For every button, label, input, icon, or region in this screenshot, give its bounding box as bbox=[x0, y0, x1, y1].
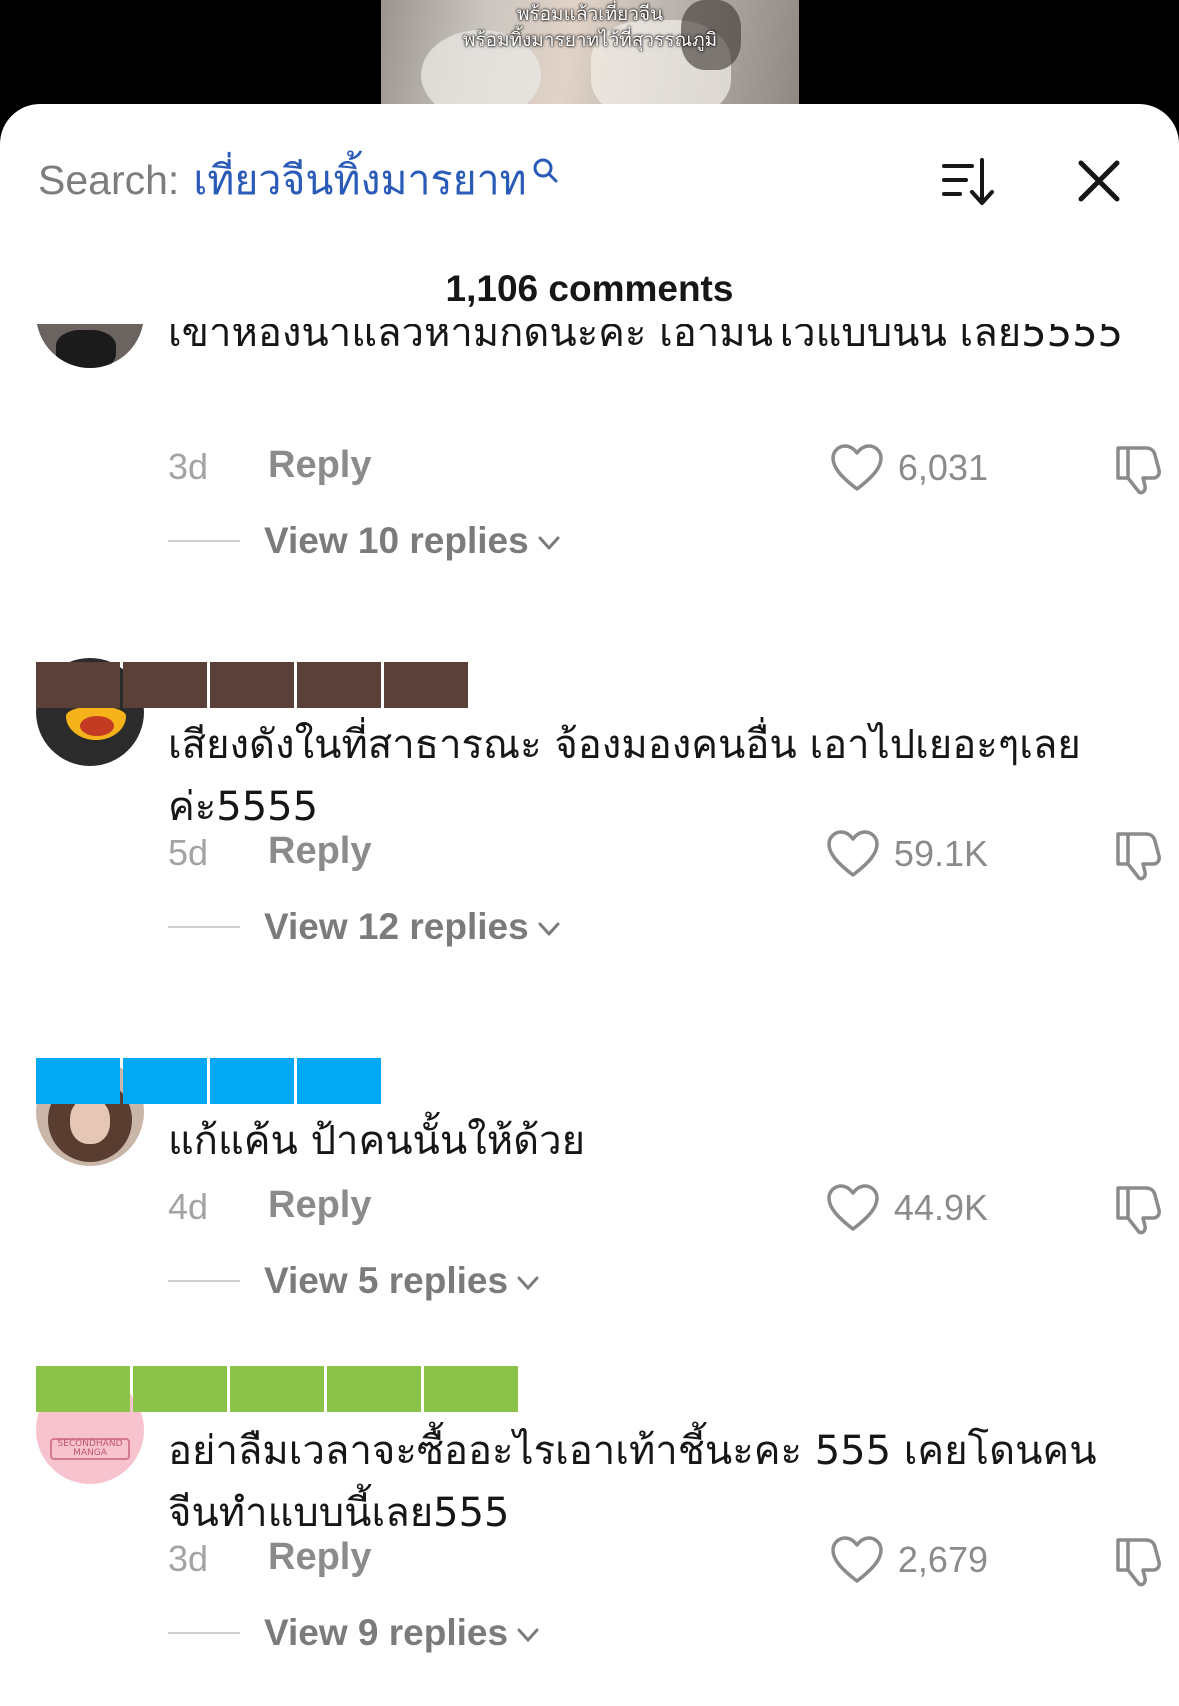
reply-button[interactable]: Reply bbox=[268, 1184, 371, 1227]
dislike-icon[interactable] bbox=[1112, 1182, 1168, 1236]
comment-actions: 3d Reply 6,031 bbox=[168, 438, 1161, 498]
username-redacted bbox=[36, 662, 468, 708]
comments-sheet: Search: เที่ยวจีนทิ้งมารยาท 1,106 commen… bbox=[0, 104, 1179, 1706]
dislike-icon[interactable] bbox=[1112, 442, 1168, 496]
like-count: 44.9K bbox=[893, 1187, 988, 1228]
chevron-down-icon bbox=[538, 536, 560, 550]
view-replies-label: View 5 replies bbox=[264, 1260, 509, 1301]
sort-icon[interactable] bbox=[940, 154, 996, 210]
view-replies-button[interactable]: View 10 replies bbox=[168, 516, 563, 566]
comment-time: 5d bbox=[168, 832, 209, 873]
comment-text: เสียงดังในที่สาธารณะ จ้องมองคนอื่น เอาไป… bbox=[168, 722, 1081, 830]
view-replies-label: View 10 replies bbox=[264, 520, 529, 561]
like-count: 6,031 bbox=[897, 447, 988, 488]
dislike-icon[interactable] bbox=[1112, 828, 1168, 882]
comment-actions: 3d Reply 2,679 bbox=[168, 1530, 1161, 1590]
search-term[interactable]: เที่ยวจีนทิ้งมารยาท bbox=[193, 148, 526, 213]
comment-time: 3d bbox=[168, 1538, 209, 1579]
heart-icon bbox=[827, 1184, 879, 1231]
comment-time: 3d bbox=[168, 446, 209, 487]
heart-icon bbox=[827, 830, 879, 877]
like-button[interactable]: 44.9K bbox=[826, 1178, 988, 1238]
comment-text: แก้แค้น ป้าคนนั้นให้ด้วย bbox=[168, 1118, 586, 1164]
dislike-icon[interactable] bbox=[1112, 1534, 1168, 1588]
chevron-down-icon bbox=[538, 922, 560, 936]
like-button[interactable]: 59.1K bbox=[826, 824, 988, 884]
like-button[interactable]: 6,031 bbox=[830, 438, 988, 498]
view-replies-button[interactable]: View 12 replies bbox=[168, 902, 563, 952]
like-count: 2,679 bbox=[897, 1539, 988, 1580]
comment-list[interactable]: เข้าห้องน้ำแล้วห้ามกดนะคะ เอามันไว้แบบนั… bbox=[0, 324, 1179, 1706]
divider bbox=[168, 926, 240, 928]
divider bbox=[168, 1280, 240, 1282]
reply-button[interactable]: Reply bbox=[268, 444, 371, 487]
like-count: 59.1K bbox=[893, 833, 988, 874]
view-replies-button[interactable]: View 9 replies bbox=[168, 1608, 542, 1658]
comment-text: เข้าห้องน้ำแล้วห้ามกดนะคะ เอามันไว้แบบนั… bbox=[168, 324, 1123, 356]
video-caption-line1: พร้อมแล้วเที่ยวจีน bbox=[516, 3, 664, 25]
avatar-logo-text: SECONDHAND MANGA bbox=[50, 1438, 130, 1460]
heart-icon bbox=[831, 444, 883, 491]
reply-button[interactable]: Reply bbox=[268, 1536, 371, 1579]
chevron-down-icon bbox=[517, 1628, 539, 1642]
view-replies-button[interactable]: View 5 replies bbox=[168, 1256, 542, 1306]
divider bbox=[168, 540, 240, 542]
chevron-down-icon bbox=[517, 1276, 539, 1290]
username-redacted bbox=[36, 1366, 518, 1412]
username-redacted bbox=[36, 1058, 381, 1104]
close-icon[interactable] bbox=[1074, 156, 1124, 206]
search-row[interactable]: Search: เที่ยวจีนทิ้งมารยาท bbox=[38, 150, 559, 210]
comment-time: 4d bbox=[168, 1186, 209, 1227]
divider bbox=[168, 1632, 240, 1634]
reply-button[interactable]: Reply bbox=[268, 830, 371, 873]
search-icon[interactable] bbox=[531, 156, 559, 184]
comment-count: 1,106 comments bbox=[445, 268, 734, 309]
view-replies-label: View 9 replies bbox=[264, 1612, 509, 1653]
video-caption-line2: พร้อมทิ้งมารยาทไว้ที่สุวรรณภูมิ bbox=[462, 29, 718, 51]
comment-text: อย่าลืมเวลาจะซื้ออะไรเอาเท้าชี้นะคะ 555 … bbox=[168, 1428, 1097, 1536]
heart-icon bbox=[831, 1536, 883, 1583]
search-label: Search: bbox=[38, 156, 180, 203]
comment-actions: 4d Reply 44.9K bbox=[168, 1178, 1161, 1238]
like-button[interactable]: 2,679 bbox=[830, 1530, 988, 1590]
video-background: พร้อมแล้วเที่ยวจีน พร้อมทิ้งมารยาทไว้ที่… bbox=[0, 0, 1179, 110]
avatar[interactable] bbox=[36, 324, 144, 368]
comment-actions: 5d Reply 59.1K bbox=[168, 824, 1161, 884]
view-replies-label: View 12 replies bbox=[264, 906, 529, 947]
